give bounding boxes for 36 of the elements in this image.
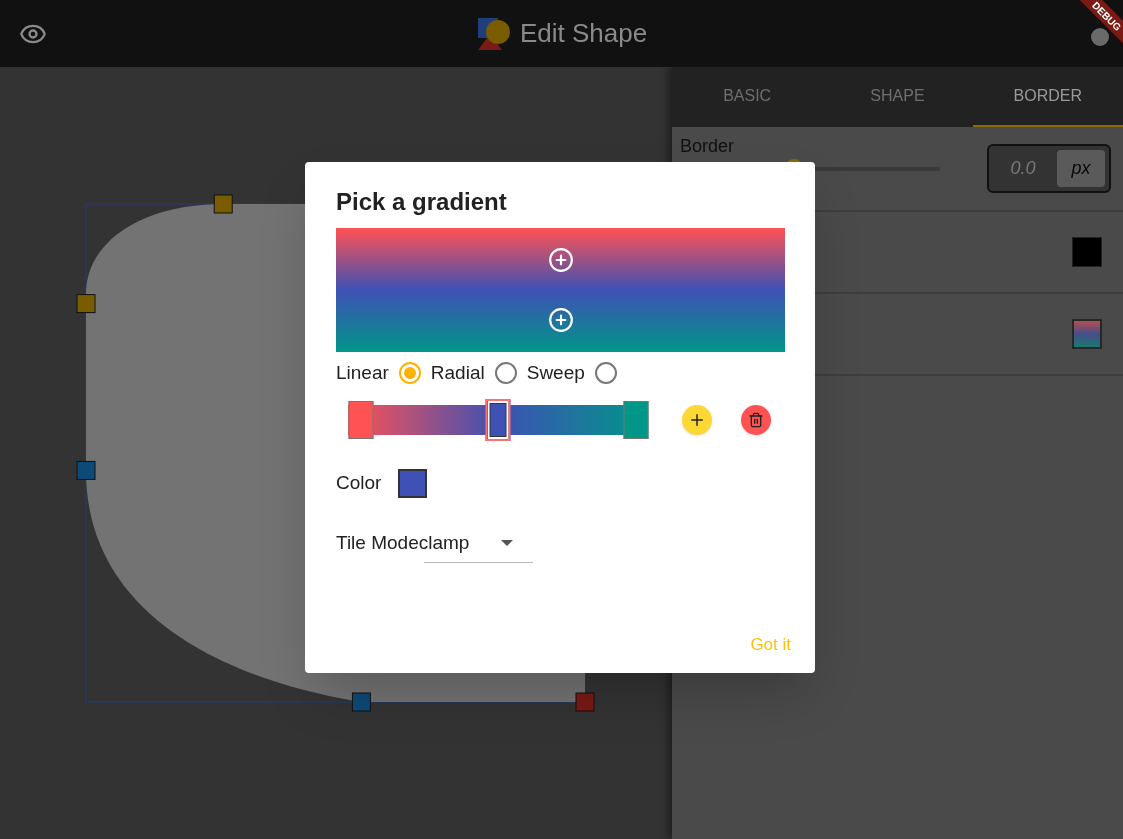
add-stop-icon[interactable] xyxy=(547,247,574,273)
radio-button[interactable] xyxy=(494,362,517,384)
width-value: 0.0 xyxy=(1009,157,1037,180)
color-label: Color xyxy=(336,470,382,495)
gradient-stop[interactable] xyxy=(485,399,511,441)
color-swatch[interactable] xyxy=(1072,237,1102,267)
delete-stop-button[interactable] xyxy=(741,405,771,435)
gradient-type-label: Radial xyxy=(430,360,485,385)
radio-button[interactable] xyxy=(594,362,617,384)
gradient-type-label: Linear xyxy=(336,360,389,385)
tab[interactable]: SHAPE xyxy=(822,67,973,127)
gradient-type-label: Sweep xyxy=(526,360,585,385)
tab[interactable]: BORDER xyxy=(972,67,1123,127)
unit-label: px xyxy=(1057,150,1105,187)
tab[interactable]: BASIC xyxy=(672,67,823,127)
color-swatch[interactable] xyxy=(398,468,428,498)
control-handle[interactable] xyxy=(76,460,96,480)
radio-button[interactable] xyxy=(398,362,421,384)
border-label: Border xyxy=(680,135,735,158)
tile-mode-text: Tile Modeclamp xyxy=(336,530,470,555)
app-title: Edit Shape xyxy=(519,17,648,50)
add-stop-button[interactable] xyxy=(682,405,712,435)
plus-icon xyxy=(688,411,706,429)
dropdown-caret-icon[interactable] xyxy=(501,540,514,546)
width-input-field[interactable]: 0.0 px xyxy=(987,144,1111,193)
got-it-button[interactable]: Got it xyxy=(750,631,791,657)
control-handle[interactable] xyxy=(213,194,233,214)
add-stop-icon[interactable] xyxy=(547,307,574,333)
shapes-logo-icon xyxy=(475,15,512,52)
trash-icon xyxy=(748,412,764,428)
gradient-swatch[interactable] xyxy=(1072,319,1102,349)
control-handle[interactable] xyxy=(76,294,96,314)
gradient-stop-bar[interactable] xyxy=(348,399,648,441)
control-handle[interactable] xyxy=(351,692,371,712)
dialog-title: Pick a gradient xyxy=(336,187,508,217)
control-handle[interactable] xyxy=(575,692,595,712)
